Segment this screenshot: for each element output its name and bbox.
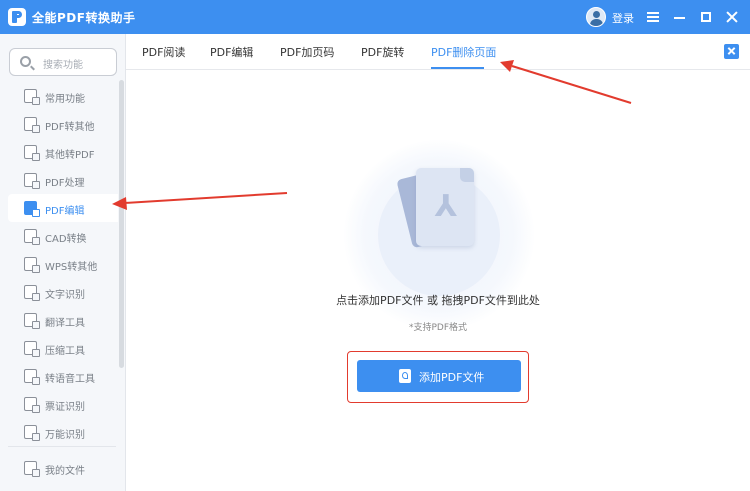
menu-icon[interactable] bbox=[643, 7, 663, 27]
add-pdf-button[interactable]: 添加PDF文件 bbox=[357, 360, 521, 392]
compress-icon bbox=[24, 341, 40, 357]
sidebar-item-pdf-process[interactable]: PDF处理 bbox=[0, 166, 118, 194]
tab-pdf-page-number[interactable]: PDF加页码 bbox=[280, 44, 334, 60]
tab-active-indicator bbox=[431, 67, 484, 69]
sidebar-scrollbar[interactable] bbox=[119, 80, 124, 368]
pdf-convert-icon bbox=[24, 117, 40, 133]
star-doc-icon bbox=[24, 89, 40, 105]
sidebar-item-pdf-edit[interactable]: PDF编辑 bbox=[8, 194, 118, 222]
app-title: 全能PDF转换助手 bbox=[32, 11, 136, 25]
sidebar-item-translate[interactable]: 翻译工具 bbox=[0, 306, 118, 334]
main-panel: ⅄ 点击添加PDF文件 或 拖拽PDF文件到此处 *支持PDF格式 添加PDF文… bbox=[126, 70, 750, 491]
maximize-icon[interactable] bbox=[696, 7, 716, 27]
text-recognition-icon bbox=[24, 285, 40, 301]
close-icon[interactable] bbox=[722, 7, 742, 27]
sidebar-item-other-to-pdf[interactable]: 其他转PDF bbox=[0, 138, 118, 166]
sidebar-item-ticket[interactable]: 票证识别 bbox=[0, 390, 118, 418]
format-note: *支持PDF格式 bbox=[408, 323, 468, 333]
sidebar-item-wps[interactable]: WPS转其他 bbox=[0, 250, 118, 278]
pdf-process-icon bbox=[24, 173, 40, 189]
ticket-icon bbox=[24, 397, 40, 413]
speech-icon bbox=[24, 369, 40, 385]
pdf-document-icon: ⅄ bbox=[416, 168, 474, 246]
sidebar-item-compress[interactable]: 压缩工具 bbox=[0, 334, 118, 362]
avatar-icon[interactable] bbox=[586, 7, 606, 27]
sidebar-item-pdf-to-other[interactable]: PDF转其他 bbox=[0, 110, 118, 138]
title-bar: 全能PDF转换助手 登录 bbox=[0, 0, 750, 34]
tab-pdf-read[interactable]: PDF阅读 bbox=[142, 44, 185, 60]
sidebar-item-speech[interactable]: 转语音工具 bbox=[0, 362, 118, 390]
minimize-icon[interactable] bbox=[670, 7, 690, 27]
sidebar-item-cad[interactable]: CAD转换 bbox=[0, 222, 118, 250]
add-pdf-button-label: 添加PDF文件 bbox=[419, 371, 485, 384]
acrobat-icon: ⅄ bbox=[434, 189, 458, 224]
login-button[interactable]: 登录 bbox=[612, 10, 634, 26]
search-placeholder: 搜索功能 bbox=[43, 60, 83, 71]
sidebar-nav: 常用功能 PDF转其他 其他转PDF PDF处理 PDF编辑 CAD转换 WPS… bbox=[0, 82, 118, 446]
app-logo-icon bbox=[8, 8, 26, 26]
sidebar-item-ocr[interactable]: 文字识别 bbox=[0, 278, 118, 306]
drop-zone-title[interactable]: 点击添加PDF文件 或 拖拽PDF文件到此处 bbox=[126, 292, 750, 308]
wps-icon bbox=[24, 257, 40, 273]
close-panel-icon[interactable] bbox=[724, 44, 739, 59]
sidebar-divider bbox=[8, 446, 116, 447]
pdf-file-icon bbox=[399, 369, 411, 383]
translate-icon bbox=[24, 313, 40, 329]
tab-pdf-edit[interactable]: PDF编辑 bbox=[210, 44, 253, 60]
tab-bar: PDF阅读 PDF编辑 PDF加页码 PDF旋转 PDF删除页面 bbox=[126, 34, 750, 70]
folder-icon bbox=[24, 461, 40, 477]
tab-pdf-delete-page[interactable]: PDF删除页面 bbox=[431, 44, 496, 60]
to-pdf-icon bbox=[24, 145, 40, 161]
pdf-edit-icon bbox=[24, 201, 40, 217]
sidebar-item-my-files-wrap: 我的文件 bbox=[0, 454, 118, 482]
sidebar-item-common[interactable]: 常用功能 bbox=[0, 82, 118, 110]
sidebar-item-universal-ocr[interactable]: 万能识别 bbox=[0, 418, 118, 446]
sidebar: 搜索功能 常用功能 PDF转其他 其他转PDF PDF处理 PDF编辑 CAD转… bbox=[0, 34, 126, 491]
tab-pdf-rotate[interactable]: PDF旋转 bbox=[361, 44, 404, 60]
scan-icon bbox=[24, 425, 40, 441]
search-input[interactable]: 搜索功能 bbox=[9, 48, 117, 76]
search-icon bbox=[20, 56, 31, 67]
cad-icon bbox=[24, 229, 40, 245]
sidebar-item-my-files[interactable]: 我的文件 bbox=[0, 454, 118, 482]
